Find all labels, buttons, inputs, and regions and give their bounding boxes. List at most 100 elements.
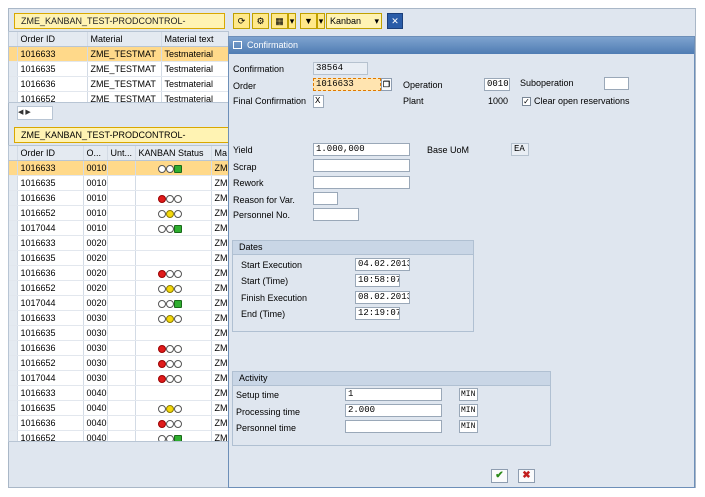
order-id-cell: 1016635 — [17, 400, 84, 416]
table-row[interactable]: 1016633 0020 ZM — [9, 235, 228, 251]
table-row[interactable]: 1016635 0020 ZM — [9, 250, 228, 266]
reason-field[interactable] — [313, 192, 338, 205]
row-selector[interactable] — [9, 415, 18, 431]
row-selector[interactable] — [9, 160, 18, 176]
row-selector[interactable] — [9, 46, 18, 62]
layout-grid-icon[interactable]: ▦ — [271, 13, 288, 29]
row-selector[interactable] — [9, 295, 18, 311]
setup-time-unit[interactable]: MIN — [459, 388, 478, 401]
kanban-status-cell — [135, 205, 212, 221]
table-row[interactable]: 1016652 ZME_TESTMAT Testmaterial — [9, 91, 228, 102]
horizontal-scrollbar[interactable]: ◀ ▶ — [17, 106, 53, 120]
row-selector[interactable] — [9, 265, 18, 281]
table-row[interactable]: 1016633 0010 ZM — [9, 160, 228, 176]
table-row[interactable]: 1016652 0010 ZM — [9, 205, 228, 221]
operation-cell: 0020 — [83, 280, 108, 296]
end-time-field[interactable]: 12:19:07 — [355, 307, 400, 320]
scroll-right-icon[interactable]: ▶ — [25, 109, 30, 116]
row-selector[interactable] — [9, 310, 18, 326]
traffic-light-icon — [157, 419, 166, 428]
match-code-icon[interactable]: ❐ — [381, 78, 392, 91]
personnel-time-field[interactable] — [345, 420, 442, 433]
row-selector[interactable] — [9, 400, 18, 416]
col-material-text[interactable]: Material text — [161, 32, 228, 47]
col-operation[interactable]: O... — [83, 146, 108, 161]
scroll-left-icon[interactable]: ◀ — [18, 109, 23, 116]
operation-field[interactable]: 0010 — [484, 78, 510, 91]
row-selector[interactable] — [9, 175, 18, 191]
layout-dropdown-arrow-icon[interactable]: ▾ — [288, 13, 296, 29]
row-selector[interactable] — [9, 385, 18, 401]
refresh-icon[interactable]: ⟳ — [233, 13, 250, 29]
filter-icon[interactable]: ▼ — [300, 13, 317, 29]
table-row[interactable]: 1017044 0020 ZM — [9, 295, 228, 311]
col-kanban-status[interactable]: KANBAN Status — [135, 146, 212, 161]
processing-time-unit[interactable]: MIN — [459, 404, 478, 417]
order-id-cell: 1017044 — [17, 370, 84, 386]
personnel-time-unit[interactable]: MIN — [459, 420, 478, 433]
row-selector[interactable] — [9, 235, 18, 251]
suboperation-field[interactable] — [604, 77, 629, 90]
table-row[interactable]: 1016652 0040 ZM — [9, 430, 228, 441]
rework-field[interactable] — [313, 176, 410, 189]
row-selector[interactable] — [9, 280, 18, 296]
row-selector[interactable] — [9, 61, 18, 77]
col-order-id[interactable]: Order ID — [17, 32, 88, 47]
table-row[interactable]: 1016635 0030 ZM — [9, 325, 228, 341]
row-selector[interactable] — [9, 370, 18, 386]
processing-time-field[interactable]: 2.000 — [345, 404, 442, 417]
table-row[interactable]: 1016636 0030 ZM — [9, 340, 228, 356]
col-unit[interactable]: Unt... — [107, 146, 136, 161]
row-selector[interactable] — [9, 91, 18, 102]
yield-field[interactable]: 1.000,000 — [313, 143, 410, 156]
scrap-field[interactable] — [313, 159, 410, 172]
table-row[interactable]: 1016635 0040 ZM — [9, 400, 228, 416]
details-icon[interactable]: ⚙ — [252, 13, 269, 29]
table-row[interactable]: 1017044 0010 ZM — [9, 220, 228, 236]
order-id-cell: 1016652 — [17, 355, 84, 371]
table-row[interactable]: 1016652 0020 ZM — [9, 280, 228, 296]
col-order-id[interactable]: Order ID — [17, 146, 84, 161]
row-selector[interactable] — [9, 325, 18, 341]
row-selector[interactable] — [9, 220, 18, 236]
table-row[interactable]: 1016636 ZME_TESTMAT Testmaterial — [9, 76, 228, 92]
finish-execution-field[interactable]: 08.02.2013 — [355, 291, 410, 304]
dates-group-title: Dates — [233, 241, 473, 255]
table-row[interactable]: 1016633 ZME_TESTMAT Testmaterial — [9, 46, 228, 62]
traffic-light-icon — [173, 404, 182, 413]
confirm-button[interactable]: ✔ — [491, 469, 508, 483]
table-row[interactable]: 1016635 ZME_TESTMAT Testmaterial — [9, 61, 228, 77]
table-row[interactable]: 1016635 0010 ZM — [9, 175, 228, 191]
row-selector[interactable] — [9, 76, 18, 92]
row-selector[interactable] — [9, 190, 18, 206]
setup-time-field[interactable]: 1 — [345, 388, 442, 401]
kanban-status-cell — [135, 280, 212, 296]
table-row[interactable]: 1016652 0030 ZM — [9, 355, 228, 371]
start-time-field[interactable]: 10:58:07 — [355, 274, 400, 287]
table-row[interactable]: 1017044 0030 ZM — [9, 370, 228, 386]
start-execution-field[interactable]: 04.02.2013 — [355, 258, 410, 271]
table-row[interactable]: 1016636 0040 ZM — [9, 415, 228, 431]
table-row[interactable]: 1016636 0010 ZM — [9, 190, 228, 206]
row-selector[interactable] — [9, 205, 18, 221]
cancel-button[interactable]: ✖ — [518, 469, 535, 483]
filter-dropdown-arrow-icon[interactable]: ▾ — [317, 13, 325, 29]
row-selector[interactable] — [9, 250, 18, 266]
order-field[interactable]: 1016633 — [313, 78, 381, 91]
close-icon[interactable]: ✕ — [387, 13, 403, 29]
row-selector[interactable] — [9, 430, 18, 441]
col-ma[interactable]: Ma — [211, 146, 228, 161]
col-material[interactable]: Material — [87, 32, 162, 47]
table-row[interactable]: 1016633 0030 ZM — [9, 310, 228, 326]
layout-select[interactable]: Kanban ▾ — [326, 13, 382, 29]
table-row[interactable]: 1016633 0040 ZM — [9, 385, 228, 401]
personnel-no-field[interactable] — [313, 208, 359, 221]
row-selector[interactable] — [9, 355, 18, 371]
clear-reservations-checkbox[interactable]: ✓ — [522, 97, 531, 106]
final-confirmation-field[interactable]: X — [313, 95, 324, 108]
operation-cell: 0020 — [83, 250, 108, 266]
table-row[interactable]: 1016636 0020 ZM — [9, 265, 228, 281]
select-all-icon[interactable] — [9, 32, 18, 47]
select-all-icon[interactable] — [9, 146, 18, 161]
row-selector[interactable] — [9, 340, 18, 356]
